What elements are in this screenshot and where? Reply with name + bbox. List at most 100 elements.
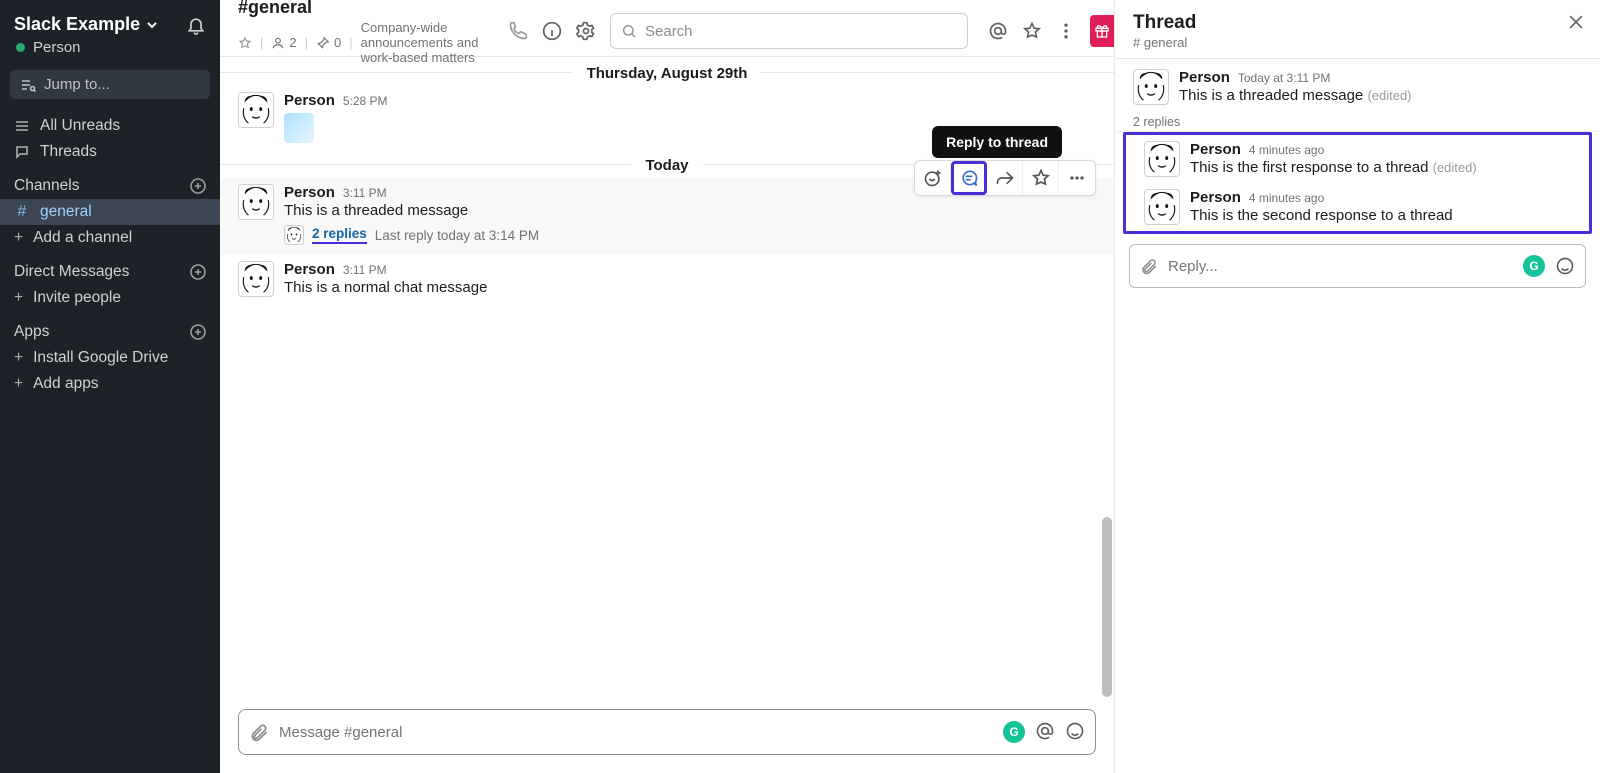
thread-replies-highlight: Person 4 minutes ago This is the first r… <box>1123 132 1592 234</box>
avatar[interactable] <box>1144 141 1180 177</box>
current-user-name: Person <box>33 39 81 56</box>
members-icon[interactable]: 2 <box>271 35 296 50</box>
more-vert-icon[interactable] <box>1056 21 1076 41</box>
thread-reply[interactable]: Person 4 minutes ago This is the second … <box>1126 183 1589 231</box>
search-lines-icon <box>20 77 36 93</box>
avatar[interactable] <box>238 92 274 128</box>
attach-icon[interactable] <box>249 722 269 742</box>
thread-icon <box>14 144 30 160</box>
channel-header: #general | 2 | 0 | Company-wide announce… <box>220 0 1114 57</box>
grammarly-icon[interactable]: G <box>1003 721 1025 743</box>
message-text: This is a threaded message (edited) <box>1179 87 1412 104</box>
add-channel-plus-icon[interactable] <box>190 178 206 194</box>
emoji-icon[interactable] <box>1065 721 1085 743</box>
message-author[interactable]: Person <box>284 184 335 201</box>
thread-root-message[interactable]: Person Today at 3:11 PM This is a thread… <box>1115 63 1600 111</box>
more-actions-icon[interactable] <box>1059 161 1095 195</box>
search-input[interactable]: Search <box>610 13 968 49</box>
message-author[interactable]: Person <box>284 92 335 109</box>
star-channel-icon[interactable] <box>238 36 252 50</box>
message-text: This is a normal chat message <box>284 279 487 296</box>
add-reaction-icon[interactable] <box>915 161 951 195</box>
avatar[interactable] <box>1133 69 1169 105</box>
message-time: 3:11 PM <box>343 263 387 277</box>
thread-summary[interactable]: 2 replies Last reply today at 3:14 PM <box>284 225 1096 245</box>
search-placeholder: Search <box>645 23 693 40</box>
new-dm-plus-icon[interactable] <box>190 264 206 280</box>
message-text: This is the first response to a thread (… <box>1190 159 1477 176</box>
install-gdrive-link[interactable]: + Install Google Drive <box>0 345 220 371</box>
message-composer[interactable]: G <box>238 709 1096 755</box>
star-message-icon[interactable] <box>1023 161 1059 195</box>
composer-input[interactable] <box>279 724 993 741</box>
share-icon[interactable] <box>987 161 1023 195</box>
thread-title: Thread <box>1133 12 1196 34</box>
thread-subtitle[interactable]: # general <box>1133 35 1196 50</box>
message-author[interactable]: Person <box>1190 141 1241 158</box>
message-time: 4 minutes ago <box>1249 191 1324 205</box>
settings-gear-icon[interactable] <box>576 21 596 41</box>
add-app-plus-icon[interactable] <box>190 324 206 340</box>
gift-icon[interactable] <box>1090 15 1114 47</box>
reply-thread-icon[interactable] <box>951 161 987 195</box>
add-apps-link[interactable]: + Add apps <box>0 371 220 397</box>
edited-label: (edited) <box>1367 88 1411 103</box>
sidebar-threads[interactable]: Threads <box>0 139 220 165</box>
message-list[interactable]: Thursday, August 29th Person 5:28 PM Tod… <box>220 57 1114 699</box>
current-user[interactable]: Person <box>0 39 220 66</box>
info-icon[interactable] <box>542 21 562 41</box>
channel-title[interactable]: #general <box>238 0 496 18</box>
message-actions <box>914 160 1096 196</box>
chevron-down-icon <box>146 19 158 31</box>
jump-to-input[interactable]: Jump to... <box>10 70 210 99</box>
invite-people-link[interactable]: + Invite people <box>0 285 220 311</box>
edited-label: (edited) <box>1433 160 1477 175</box>
hash-icon: # <box>14 203 30 221</box>
workspace-switcher[interactable]: Slack Example <box>14 14 158 35</box>
plus-icon: + <box>14 375 23 393</box>
workspace-name: Slack Example <box>14 14 140 35</box>
channel-general[interactable]: # general <box>0 199 220 225</box>
avatar[interactable] <box>1144 189 1180 225</box>
grammarly-icon[interactable]: G <box>1523 255 1545 277</box>
message[interactable]: Person 3:11 PM This is a threaded messag… <box>220 178 1114 255</box>
message[interactable]: Person 3:11 PM This is a normal chat mes… <box>220 255 1114 303</box>
message-time: 5:28 PM <box>343 94 388 108</box>
thread-reply-composer[interactable]: G <box>1129 244 1586 288</box>
attach-icon[interactable] <box>1140 257 1158 275</box>
search-icon <box>621 23 637 39</box>
emoji-icon[interactable] <box>1555 256 1575 276</box>
message-author[interactable]: Person <box>284 261 335 278</box>
call-icon[interactable] <box>508 21 528 41</box>
thread-reply[interactable]: Person 4 minutes ago This is the first r… <box>1126 135 1589 183</box>
dm-section-header[interactable]: Direct Messages <box>0 251 220 285</box>
message-time: 4 minutes ago <box>1249 143 1324 157</box>
channels-section-header[interactable]: Channels <box>0 165 220 199</box>
message-author[interactable]: Person <box>1190 189 1241 206</box>
avatar[interactable] <box>238 261 274 297</box>
tooltip: Reply to thread <box>932 126 1062 158</box>
main: #general | 2 | 0 | Company-wide announce… <box>220 0 1600 773</box>
plus-icon: + <box>14 349 23 367</box>
sidebar-all-unreads[interactable]: All Unreads <box>0 113 220 139</box>
add-channel-link[interactable]: + Add a channel <box>0 225 220 251</box>
image-attachment[interactable] <box>284 113 314 143</box>
mentions-icon[interactable] <box>988 21 1008 41</box>
plus-icon: + <box>14 229 23 247</box>
apps-section-header[interactable]: Apps <box>0 311 220 345</box>
thread-reply-input[interactable] <box>1168 258 1513 275</box>
replies-link[interactable]: 2 replies <box>312 226 367 244</box>
plus-icon: + <box>14 289 23 307</box>
avatar[interactable] <box>238 184 274 220</box>
close-thread-icon[interactable] <box>1566 12 1586 32</box>
pins-icon[interactable]: 0 <box>316 35 341 50</box>
message-author[interactable]: Person <box>1179 69 1230 86</box>
sidebar: Slack Example Person Jump to... All Unre… <box>0 0 220 773</box>
message-time: Today at 3:11 PM <box>1238 71 1331 85</box>
star-icon[interactable] <box>1022 21 1042 41</box>
notifications-bell-icon[interactable] <box>186 15 206 35</box>
presence-active-icon <box>16 43 25 52</box>
mention-icon[interactable] <box>1035 721 1055 743</box>
scrollbar-thumb[interactable] <box>1102 517 1112 697</box>
date-divider: Thursday, August 29th <box>220 57 1114 86</box>
